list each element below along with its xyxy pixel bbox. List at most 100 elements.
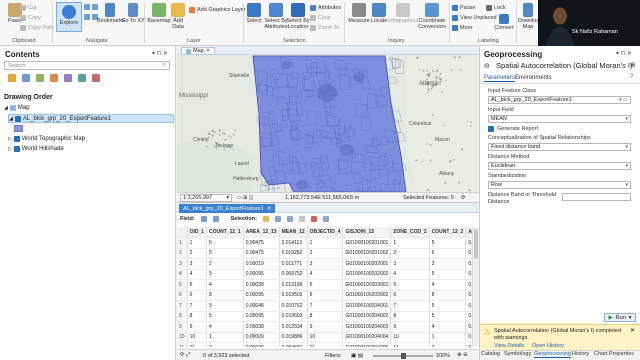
table-cell[interactable]: 5 [206, 300, 244, 312]
view-unplaced-button[interactable]: View Unplaced [452, 15, 497, 21]
list-by-drawing-order-icon[interactable] [8, 74, 16, 82]
distance-band-input[interactable] [562, 193, 631, 201]
table-cell[interactable]: 3 [187, 258, 208, 270]
table-row[interactable]: 4450.000950.0097524G01000100202002450.00… [177, 269, 472, 280]
table-row[interactable]: 7750.000480.0107627G01000100204001750.00… [177, 300, 472, 312]
calculate-field-icon[interactable] [212, 216, 219, 222]
row-number[interactable]: 9 [177, 321, 188, 333]
close-icon[interactable]: ✕ [630, 327, 635, 334]
go-to-xy-button[interactable]: Go To XY [120, 3, 146, 24]
table-cell[interactable]: 0.00038 [243, 279, 280, 291]
back-icon[interactable]: ⊖ [484, 62, 490, 70]
table-cell[interactable]: G01000100201002 [342, 248, 392, 259]
table-cell[interactable]: 0.010762 [279, 300, 308, 312]
table-cell[interactable]: 3 [429, 258, 467, 270]
table-cell[interactable]: 0.00095 [243, 311, 280, 322]
standardization-select[interactable]: Row ▾ [488, 181, 631, 189]
table-cell[interactable]: 7 [307, 300, 344, 312]
expand-icon[interactable]: ▷ [8, 136, 12, 142]
table-cell[interactable]: G01000100204003 [342, 321, 392, 333]
distance-method-select[interactable]: Euclidean ▾ [488, 162, 631, 170]
conceptualization-select[interactable]: Fixed distance band ▾ [488, 143, 631, 151]
table-cell[interactable]: 0.00095 [243, 269, 280, 280]
table-row[interactable]: 1150.004750.0141131G01000100201001150.00… [177, 237, 472, 249]
scrollbar-thumb[interactable] [474, 229, 478, 259]
table-cell[interactable]: 0.011771 [279, 258, 308, 270]
table-cell[interactable]: 1 [390, 237, 430, 249]
table-cell[interactable]: 6 [429, 248, 467, 259]
column-header[interactable]: AREA_12_13 [243, 227, 280, 238]
table-cell[interactable]: 9 [307, 321, 344, 333]
row-number[interactable]: 5 [177, 279, 188, 291]
table-cell[interactable]: 4 [429, 279, 467, 291]
copy-icon[interactable] [322, 216, 329, 222]
row-number[interactable]: 11 [177, 342, 188, 347]
tab-history[interactable]: History [572, 351, 589, 357]
table-cell[interactable]: 0.004581 [279, 342, 308, 347]
refresh-icon[interactable]: ⟳ [180, 352, 185, 358]
table-cell[interactable]: G01000100204005 [342, 342, 392, 347]
list-by-source-icon[interactable] [22, 74, 30, 82]
tab-geoprocessing[interactable]: Geoprocessing [534, 351, 571, 358]
table-cell[interactable]: 3 [429, 342, 467, 347]
table-cell[interactable]: 0.00048 [243, 300, 280, 312]
delete-icon[interactable] [310, 216, 317, 222]
column-header[interactable]: MEAN_12 [279, 227, 308, 238]
table-row[interactable]: 8850.000950.0196038G01000100204002850.00… [177, 311, 472, 322]
table-cell[interactable]: 8 [206, 290, 244, 301]
table-cell[interactable]: 4 [187, 269, 208, 280]
scale-selector[interactable]: 1:3,265,997 ▾ [180, 194, 232, 202]
table-cell[interactable]: 0.00019 [243, 258, 280, 270]
table-cell[interactable]: 9 [187, 321, 208, 333]
table-cell[interactable]: 1 [429, 332, 467, 343]
full-extent-icon[interactable] [84, 4, 90, 10]
table-row[interactable]: 111130.000290.00458111G01000100204005113… [177, 342, 472, 347]
table-cell[interactable]: 8 [429, 290, 467, 301]
list-by-labeling-icon[interactable] [78, 74, 86, 82]
table-cell[interactable]: 1 [307, 237, 344, 249]
table-cell[interactable]: 5 [429, 311, 467, 322]
add-field-icon[interactable] [200, 216, 207, 222]
table-row[interactable]: 3320.000190.0117713G01000100202001330.00… [177, 258, 472, 270]
open-history-link[interactable]: Open History [532, 343, 564, 349]
table-cell[interactable]: 0.00029 [243, 342, 280, 347]
tree-layer-hillshade[interactable]: ▷ World Hillshade [8, 146, 64, 152]
layout-icon[interactable]: ▭ [237, 195, 242, 201]
vertical-scrollbar[interactable] [472, 227, 479, 347]
grid-icon[interactable]: ⊞ [243, 195, 247, 201]
add-graphics-layer-button[interactable]: Add Graphics Layer [189, 7, 246, 13]
table-cell[interactable]: 0.012334 [279, 321, 308, 333]
generate-report-row[interactable]: Generate Report [488, 126, 538, 132]
row-number[interactable]: 3 [177, 258, 188, 270]
table-cell[interactable]: 6 [307, 290, 344, 301]
zoom-to-button[interactable]: Zoom To [310, 25, 339, 31]
column-header[interactable]: ZONE_COD_2 [390, 227, 430, 238]
list-by-perspective-icon[interactable] [92, 74, 100, 82]
table-cell[interactable]: 11 [390, 342, 430, 347]
copy-button[interactable]: Copy [20, 15, 41, 21]
expand-icon[interactable]: ▷ [8, 146, 12, 152]
table-cell[interactable]: 0.019886 [279, 332, 308, 343]
more-button[interactable]: More [452, 25, 473, 31]
filter-selection-icon[interactable]: ▤ [358, 353, 363, 359]
table-cell[interactable]: G01000100202002 [342, 269, 392, 280]
previous-extent-icon[interactable] [84, 14, 90, 20]
explore-button[interactable]: Explore [56, 2, 82, 32]
lock-button[interactable]: Lock [486, 5, 506, 11]
table-row[interactable]: 6680.000950.0195036G01000100203002680.00… [177, 290, 472, 301]
table-cell[interactable]: 6 [187, 290, 208, 301]
table-cell[interactable]: 2 [187, 248, 208, 259]
coordinate-conversion-button[interactable]: Coordinate Conversion [417, 3, 447, 30]
table-cell[interactable]: 2 [206, 258, 244, 270]
table-cell[interactable]: 0.009752 [279, 269, 308, 280]
layer-visibility-checkbox[interactable] [13, 136, 20, 142]
filter-extent-icon[interactable]: ▣ [351, 353, 356, 359]
tree-layer-topographic[interactable]: ▷ World Topographic Map [8, 136, 85, 142]
row-number[interactable]: 10 [177, 332, 188, 343]
map-canvas[interactable]: Starkville Mississippi Clinton Jackson L… [177, 55, 479, 192]
add-icon[interactable]: ⊕ [630, 61, 636, 69]
column-header[interactable]: OID_1 [187, 227, 208, 238]
table-cell[interactable]: 5 [429, 300, 467, 312]
table-cell[interactable]: 0.013199 [279, 279, 308, 291]
list-by-editing-icon[interactable] [50, 74, 58, 82]
